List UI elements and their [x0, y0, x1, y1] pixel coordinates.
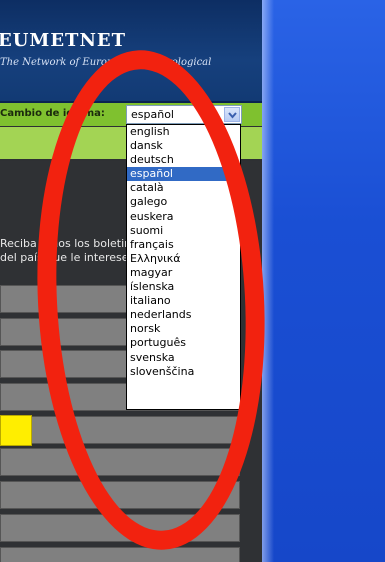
country-row[interactable] — [0, 547, 240, 562]
chevron-down-icon — [228, 112, 237, 119]
site-brand[interactable]: EUMETNET — [0, 30, 126, 51]
window-edge-shade — [262, 0, 274, 562]
desktop-background — [262, 0, 385, 562]
dropdown-button[interactable] — [224, 107, 240, 122]
highlight-box[interactable] — [0, 415, 32, 446]
